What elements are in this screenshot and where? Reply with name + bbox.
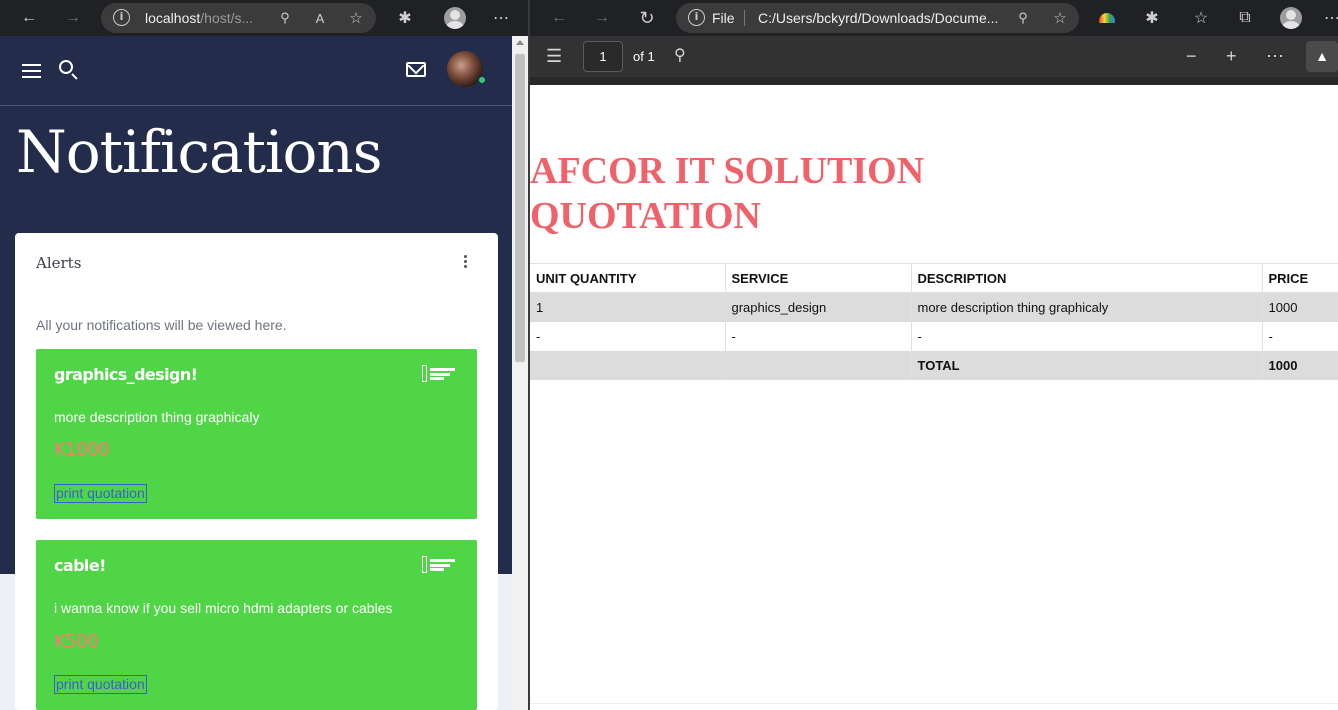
table-total-row: TOTAL 1000 [530, 350, 1338, 380]
extensions-icon[interactable]: ✱ [1140, 6, 1164, 30]
profile-icon[interactable] [443, 6, 467, 30]
alert-item: graphics_design! more description thing … [36, 349, 477, 519]
table-row: - - - - [530, 321, 1338, 351]
url-text: C:/Users/bckyrd/Downloads/Docume... [758, 10, 999, 26]
alert-item: cable! i wanna know if you sell micro hd… [36, 540, 477, 710]
pdf-page: AFCOR IT SOLUTION QUOTATION UNIT QUANTIT… [530, 85, 1338, 710]
quotation-table: UNIT QUANTITY SERVICE DESCRIPTION PRICE … [530, 263, 1338, 380]
left-browser-toolbar: ← → i localhost/host/s... ⚲ A ☆ ✱ ⋯ [0, 0, 528, 36]
alert-price: K500 [54, 631, 99, 652]
extension-icon[interactable] [1095, 6, 1119, 30]
address-bar[interactable]: i File C:/Users/bckyrd/Downloads/Docume.… [676, 3, 1079, 33]
quotation-company-heading: AFCOR IT SOLUTION [530, 150, 925, 192]
more-icon[interactable]: ⋯ [1320, 6, 1338, 30]
scroll-up-arrow-icon[interactable] [516, 40, 524, 45]
online-status-indicator [477, 75, 487, 85]
zoom-out-icon[interactable]: − [1186, 46, 1197, 66]
left-browser-window: ← → i localhost/host/s... ⚲ A ☆ ✱ ⋯ Noti… [0, 0, 528, 710]
column-header: DESCRIPTION [911, 263, 1263, 293]
forward-arrow-icon[interactable]: → [61, 6, 85, 30]
alert-title: cable! [54, 556, 106, 575]
url-scheme-label: File [712, 10, 735, 26]
pdf-bottom-edge [530, 703, 1338, 710]
key-icon[interactable]: ⚲ [273, 6, 297, 30]
url-text: localhost/host/s... [145, 10, 254, 26]
table-row: 1 graphics_design more description thing… [530, 292, 1338, 322]
favorites-icon[interactable]: ☆ [1189, 6, 1213, 30]
kebab-menu-icon[interactable] [464, 255, 472, 270]
refresh-icon[interactable]: ↻ [635, 6, 659, 30]
table-header-row: UNIT QUANTITY SERVICE DESCRIPTION PRICE [530, 263, 1338, 293]
alerts-card-description: All your notifications will be viewed he… [36, 317, 287, 333]
total-label: TOTAL [911, 350, 1263, 380]
alerts-card: Alerts All your notifications will be vi… [15, 233, 498, 710]
quotation-title-heading: QUOTATION [530, 195, 761, 237]
more-icon[interactable]: ⋯ [489, 6, 513, 30]
info-icon[interactable]: i [113, 9, 130, 26]
alert-description: more description thing graphicaly [54, 409, 260, 425]
total-value: 1000 [1262, 350, 1338, 380]
search-icon[interactable] [59, 60, 73, 74]
page-title: Notifications [16, 118, 383, 186]
extensions-icon[interactable]: ✱ [393, 6, 417, 30]
hamburger-menu-icon[interactable] [22, 64, 41, 82]
page-scrollbar[interactable] [512, 36, 528, 710]
right-browser-window: ← → ↻ i File C:/Users/bckyrd/Downloads/D… [530, 0, 1338, 710]
address-bar[interactable]: i localhost/host/s... ⚲ A ☆ [101, 3, 376, 33]
app-navbar [0, 36, 512, 106]
table-cell: - [1262, 321, 1338, 351]
mail-icon[interactable] [406, 62, 426, 77]
alert-price: K1000 [54, 439, 110, 460]
url-separator [744, 10, 745, 26]
alert-description: i wanna know if you sell micro hdmi adap… [54, 600, 393, 616]
table-cell: more description thing graphicaly [911, 292, 1263, 322]
table-cell: - [725, 321, 912, 351]
read-aloud-icon[interactable]: A [308, 6, 332, 30]
logo-icon [422, 556, 456, 573]
logo-icon [422, 365, 456, 382]
column-header: PRICE [1262, 263, 1338, 293]
right-browser-toolbar: ← → ↻ i File C:/Users/bckyrd/Downloads/D… [530, 0, 1338, 36]
alert-title: graphics_design! [54, 365, 198, 384]
page-count: of 1 [633, 49, 655, 64]
back-arrow-icon[interactable]: ← [547, 6, 571, 30]
alerts-card-title: Alerts [36, 254, 82, 272]
forward-arrow-icon[interactable]: → [590, 6, 614, 30]
add-favorite-icon[interactable]: ☆ [344, 6, 368, 30]
table-cell: 1 [530, 292, 726, 322]
page-number-input[interactable]: 1 [583, 41, 623, 72]
column-header: UNIT QUANTITY [530, 263, 726, 293]
more-icon[interactable]: ⋯ [1266, 46, 1284, 66]
profile-icon[interactable] [1279, 6, 1303, 30]
table-cell [530, 350, 726, 380]
column-header: SERVICE [725, 263, 912, 293]
pdf-toolbar: ☰ 1 of 1 ⚲ − + ⋯ ▲ [530, 36, 1338, 77]
info-icon[interactable]: i [688, 9, 705, 26]
table-cell: - [911, 321, 1263, 351]
table-cell: graphics_design [725, 292, 912, 322]
table-cell [725, 350, 912, 380]
collections-icon[interactable]: ⧉ [1233, 6, 1257, 30]
zoom-in-icon[interactable]: + [1226, 46, 1237, 66]
search-icon[interactable]: ⚲ [674, 46, 686, 66]
table-cell: - [530, 321, 726, 351]
back-arrow-icon[interactable]: ← [17, 6, 41, 30]
zoom-icon[interactable]: ⚲ [1011, 6, 1035, 30]
contents-icon[interactable]: ☰ [546, 46, 562, 66]
pin-icon[interactable]: ▲ [1306, 41, 1338, 72]
print-quotation-button[interactable]: print quotation [54, 484, 147, 503]
add-favorite-icon[interactable]: ☆ [1048, 6, 1072, 30]
pdf-toolbar-separator [530, 77, 1338, 85]
print-quotation-button[interactable]: print quotation [54, 675, 147, 694]
scrollbar-thumb[interactable] [515, 54, 525, 362]
table-cell: 1000 [1262, 292, 1338, 322]
